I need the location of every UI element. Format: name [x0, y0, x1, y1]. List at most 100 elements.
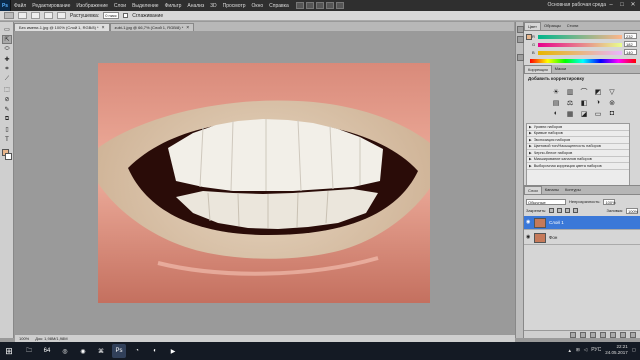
- photoshop-taskbar-icon[interactable]: Ps: [112, 344, 126, 358]
- tab-layers[interactable]: Слои: [524, 186, 542, 194]
- player-icon[interactable]: ▶: [166, 344, 180, 358]
- levels-icon[interactable]: ▥: [566, 88, 574, 96]
- tool-preset-picker[interactable]: [4, 12, 14, 19]
- app-icon[interactable]: ⌘: [94, 344, 108, 358]
- new-group-icon[interactable]: [610, 331, 616, 338]
- tab-adjustments[interactable]: Коррекция: [524, 65, 552, 73]
- lock-all-icon[interactable]: [573, 208, 579, 213]
- actions-panel-icon[interactable]: [517, 36, 524, 43]
- tab-swatches[interactable]: Образцы: [541, 22, 564, 30]
- gradient-map-icon[interactable]: ▭: [594, 110, 602, 118]
- menu-layers[interactable]: Слои: [111, 3, 129, 9]
- tray-up-arrow-icon[interactable]: ▲: [567, 348, 571, 353]
- invert-icon[interactable]: ◐: [552, 110, 560, 118]
- eraser-tool[interactable]: ▯: [2, 125, 12, 134]
- close-icon[interactable]: ×: [102, 24, 105, 31]
- curves-icon[interactable]: ⌒: [580, 88, 588, 96]
- history-panel-icon[interactable]: [517, 26, 524, 33]
- preset-item[interactable]: ▶ Выборочная коррекция цвета наборов: [527, 163, 629, 170]
- adjustment-layer-icon[interactable]: [600, 331, 606, 338]
- layer-row-selected[interactable]: ◉ Слой 1: [524, 216, 640, 230]
- slider-g[interactable]: [538, 43, 622, 47]
- history-brush-tool[interactable]: ⧉: [2, 115, 12, 124]
- channel-mixer-icon[interactable]: ⊚: [608, 99, 616, 107]
- background-color-swatch[interactable]: [5, 153, 12, 160]
- file-explorer-icon[interactable]: 🗀: [22, 344, 36, 358]
- visibility-eye-icon[interactable]: ◉: [526, 220, 531, 225]
- add-mask-icon[interactable]: [590, 331, 596, 338]
- lock-pixels-icon[interactable]: [557, 208, 563, 213]
- zoom-level-icon[interactable]: [315, 2, 324, 9]
- exposure-icon[interactable]: ◩: [594, 88, 602, 96]
- language-indicator[interactable]: РУС: [591, 347, 601, 353]
- arrange-documents-icon[interactable]: [335, 2, 344, 9]
- chrome-icon[interactable]: ◉: [76, 344, 90, 358]
- layer-style-icon[interactable]: [580, 331, 586, 338]
- tab-masks[interactable]: Маски: [552, 65, 570, 73]
- doc-tab-inactive[interactable]: zubi-1.jpg @ 66,7% (Слой 1, RGB/8) * ×: [109, 23, 195, 31]
- fill-input[interactable]: 100%: [626, 207, 638, 214]
- subtract-selection-icon[interactable]: [44, 12, 53, 19]
- color-spectrum[interactable]: [530, 59, 636, 63]
- antialias-checkbox[interactable]: [123, 13, 129, 18]
- mini-bridge-icon[interactable]: [305, 2, 314, 9]
- menu-image[interactable]: Изображение: [73, 3, 111, 9]
- new-selection-icon[interactable]: [18, 12, 27, 19]
- brightness-icon[interactable]: ☀: [552, 88, 560, 96]
- slider-r-value[interactable]: 232: [624, 33, 637, 39]
- menu-filter[interactable]: Фильтр: [162, 3, 185, 9]
- doc-info[interactable]: Док: 1,98М/1,98М: [35, 336, 67, 341]
- trash-icon[interactable]: [630, 331, 636, 338]
- add-selection-icon[interactable]: [31, 12, 40, 19]
- blend-mode-select[interactable]: Обычные: [526, 198, 566, 205]
- color-balance-icon[interactable]: ⚖: [566, 99, 574, 107]
- slider-g-value[interactable]: 182: [624, 41, 637, 47]
- lasso-tool[interactable]: ⬭: [2, 45, 12, 54]
- slider-r[interactable]: [538, 35, 622, 39]
- link-layers-icon[interactable]: [570, 331, 576, 338]
- marquee-tool[interactable]: ▭: [2, 25, 12, 34]
- tab-channels[interactable]: Каналы: [542, 186, 562, 194]
- bridge-icon[interactable]: [295, 2, 304, 9]
- posterize-icon[interactable]: ▦: [566, 110, 574, 118]
- slider-b[interactable]: [538, 51, 622, 55]
- vibrance-icon[interactable]: ▽: [608, 88, 616, 96]
- quick-select-tool[interactable]: ✚: [2, 55, 12, 64]
- document-image[interactable]: [98, 63, 430, 303]
- minimize-icon[interactable]: –: [607, 1, 615, 9]
- doc-tab-active[interactable]: Без имени-1.jpg @ 100% (Слой 1, RGB/8) *…: [14, 23, 110, 31]
- tab-paths[interactable]: Контуры: [562, 186, 584, 194]
- black-white-icon[interactable]: ◧: [580, 99, 588, 107]
- lock-transparency-icon[interactable]: [549, 208, 555, 213]
- menu-select[interactable]: Выделение: [129, 3, 162, 9]
- slider-b-value[interactable]: 140: [624, 49, 637, 55]
- brush-tool[interactable]: ✎: [2, 105, 12, 114]
- menu-window[interactable]: Окно: [249, 3, 267, 9]
- photo-filter-icon[interactable]: ◑: [594, 99, 602, 107]
- healing-brush-tool[interactable]: ⬚: [2, 85, 12, 94]
- tab-styles[interactable]: Стили: [564, 22, 582, 30]
- intersect-selection-icon[interactable]: [57, 12, 66, 19]
- zoom-level[interactable]: 100%: [19, 336, 29, 341]
- menu-3d[interactable]: 3D: [207, 3, 219, 9]
- info-panel-icon[interactable]: [517, 54, 524, 61]
- hue-saturation-icon[interactable]: ▤: [552, 99, 560, 107]
- browser-icon[interactable]: ◎: [58, 344, 72, 358]
- hand-tool-icon[interactable]: [325, 2, 334, 9]
- workspace-switcher[interactable]: Основная рабочая среда: [548, 2, 606, 8]
- clock[interactable]: 22:21 24.05.2017: [605, 344, 628, 356]
- opacity-input[interactable]: 100%: [603, 198, 616, 205]
- move-tool[interactable]: ⇱: [2, 35, 12, 44]
- menu-file[interactable]: Файл: [11, 3, 29, 9]
- menu-edit[interactable]: Редактирование: [29, 3, 73, 9]
- type-tool[interactable]: T: [2, 135, 12, 144]
- crop-tool[interactable]: ⌗: [2, 65, 12, 74]
- menu-help[interactable]: Справка: [266, 3, 292, 9]
- close-icon[interactable]: ✕: [629, 1, 637, 9]
- windows-start-icon[interactable]: ⊞: [0, 342, 18, 360]
- clone-stamp-tool[interactable]: ⊘: [2, 95, 12, 104]
- tab-color[interactable]: Цвет: [524, 22, 541, 30]
- maximize-icon[interactable]: □: [618, 1, 626, 9]
- app-64-icon[interactable]: 64: [40, 344, 54, 358]
- recorder-icon[interactable]: ◐: [148, 344, 162, 358]
